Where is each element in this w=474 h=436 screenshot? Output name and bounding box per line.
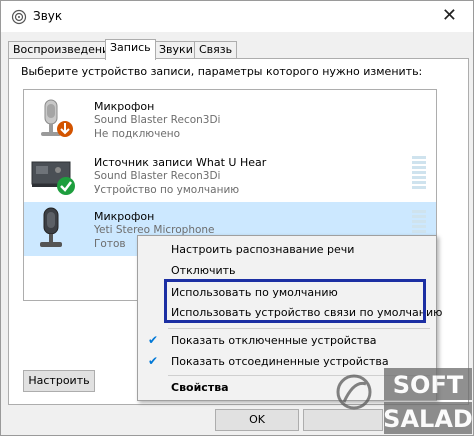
device-name: Микрофон xyxy=(94,210,155,223)
watermark-bottom: SALAD xyxy=(383,405,473,433)
close-button[interactable]: ✕ xyxy=(442,5,457,26)
device-name: Микрофон xyxy=(94,100,155,113)
menu-item-show-disabled[interactable]: Показать отключенные устройства xyxy=(171,334,377,347)
default-check-icon xyxy=(57,177,75,195)
microphone-icon xyxy=(41,99,73,137)
tab-communications[interactable]: Связь xyxy=(194,41,238,59)
highlight-frame xyxy=(164,279,426,323)
softsalad-watermark: SOFT SALAD xyxy=(336,368,473,434)
device-name: Источник записи What U Hear xyxy=(94,156,267,169)
level-meter xyxy=(412,156,426,191)
menu-item-properties[interactable]: Свойства xyxy=(171,381,229,394)
configure-button[interactable]: Настроить xyxy=(23,370,95,392)
window-title: Звук xyxy=(33,9,63,23)
ok-button[interactable]: OK xyxy=(215,409,299,431)
panel-prompt: Выберите устройство записи, параметры ко… xyxy=(21,65,423,78)
device-driver: Sound Blaster Recon3Di xyxy=(94,114,221,126)
tab-sounds[interactable]: Звуки xyxy=(154,41,198,59)
menu-separator xyxy=(168,328,430,329)
device-item-what-u-hear[interactable]: Источник записи What U Hear Sound Blaste… xyxy=(24,148,436,202)
speaker-icon xyxy=(11,9,27,25)
check-icon: ✔ xyxy=(148,354,159,368)
device-driver: Sound Blaster Recon3Di xyxy=(94,170,221,182)
device-status: Устройство по умолчанию xyxy=(94,184,240,196)
device-item-microphone-recon[interactable]: Микрофон Sound Blaster Recon3Di Не подкл… xyxy=(24,92,436,146)
device-status: Не подключено xyxy=(94,128,181,140)
microphone-icon xyxy=(40,207,62,247)
watermark-top: SOFT xyxy=(393,371,464,399)
tab-recording[interactable]: Запись xyxy=(105,39,156,60)
title-bar: Звук ✕ xyxy=(1,1,473,32)
device-status: Готов xyxy=(94,238,126,250)
soundcard-icon xyxy=(31,161,75,195)
check-icon: ✔ xyxy=(148,333,159,347)
menu-item-disable[interactable]: Отключить xyxy=(171,264,236,277)
menu-item-speech-recognition[interactable]: Настроить распознавание речи xyxy=(171,243,354,256)
